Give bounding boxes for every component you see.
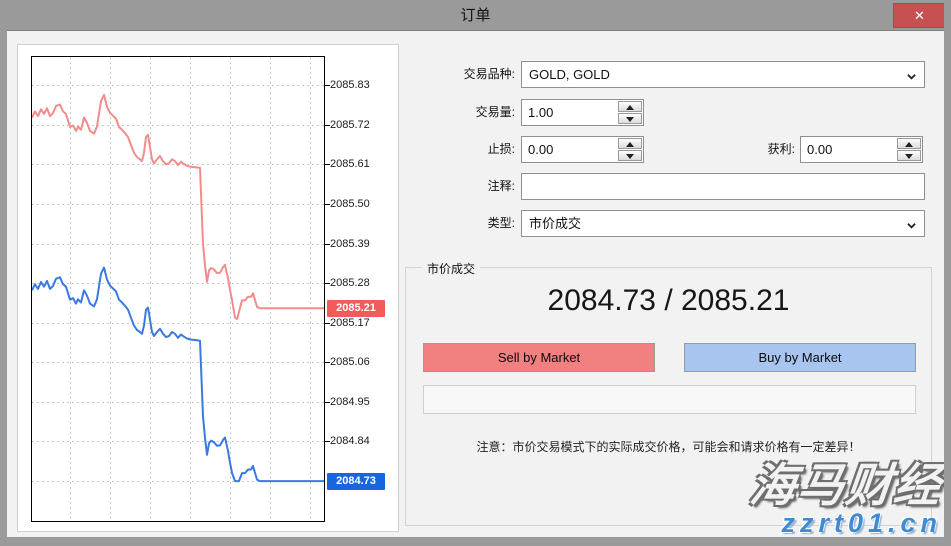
take-profit-spin-down[interactable] (897, 150, 921, 161)
type-label: 类型: (407, 210, 515, 237)
y-tick-label: 2085.17 (330, 316, 390, 330)
spin-up-icon (626, 105, 634, 110)
type-select[interactable]: 市价成交 (521, 210, 925, 237)
buy-button[interactable]: Buy by Market (684, 343, 916, 372)
y-tick-label: 2085.28 (330, 276, 390, 290)
spin-down-icon (905, 154, 913, 159)
stop-loss-stepper (521, 136, 644, 163)
close-icon: ✕ (914, 8, 925, 23)
stop-loss-label: 止损: (407, 136, 515, 163)
stop-loss-input[interactable] (522, 137, 617, 162)
y-tick-label: 2085.72 (330, 118, 390, 132)
take-profit-spin-up[interactable] (897, 138, 921, 149)
take-profit-stepper (800, 136, 923, 163)
spin-up-icon (905, 142, 913, 147)
note-text: 注意：市价交易模式下的实际成交价格，可能会和请求价格有一定差异！ (406, 438, 931, 455)
bid-price-badge: 2084.73 (327, 473, 385, 490)
ask-price-badge: 2085.21 (327, 300, 385, 317)
market-execution-group: 市价成交 2084.73 / 2085.21 Sell by Market Bu… (405, 267, 932, 526)
stop-loss-spin-up[interactable] (618, 138, 642, 149)
page-title: 订单 (0, 0, 951, 31)
volume-spin-up[interactable] (618, 101, 642, 112)
title-bar: 订单 ✕ (0, 0, 951, 31)
spin-up-icon (626, 142, 634, 147)
y-tick-label: 2084.84 (330, 434, 390, 448)
stop-loss-spin-down[interactable] (618, 150, 642, 161)
comment-label: 注释: (407, 173, 515, 200)
y-tick-label: 2085.06 (330, 355, 390, 369)
comment-input[interactable] (522, 174, 924, 199)
spin-down-icon (626, 117, 634, 122)
volume-label: 交易量: (407, 99, 515, 126)
take-profit-label: 获利: (707, 136, 795, 163)
take-profit-input[interactable] (801, 137, 896, 162)
spin-down-icon (626, 154, 634, 159)
quote-text: 2084.73 / 2085.21 (406, 284, 931, 318)
symbol-label: 交易品种: (407, 61, 515, 88)
close-button[interactable]: ✕ (893, 3, 946, 28)
y-tick-label: 2085.39 (330, 237, 390, 251)
chart-panel: 2085.83 2085.72 2085.61 2085.50 2085.39 2085.… (17, 44, 399, 532)
y-tick-label: 2084.95 (330, 395, 390, 409)
comment-field-wrap (521, 173, 925, 200)
sell-button[interactable]: Sell by Market (423, 343, 655, 372)
type-value: 市价成交 (529, 216, 581, 231)
price-chart (31, 56, 332, 523)
volume-stepper (521, 99, 644, 126)
y-tick-label: 2085.83 (330, 78, 390, 92)
symbol-value: GOLD, GOLD (529, 67, 610, 82)
symbol-select[interactable]: GOLD, GOLD (521, 61, 925, 88)
chevron-down-icon (907, 72, 916, 81)
y-tick-label: 2085.61 (330, 157, 390, 171)
group-title: 市价成交 (422, 260, 480, 277)
y-tick-label: 2085.50 (330, 197, 390, 211)
chevron-down-icon (907, 221, 916, 230)
progress-bar (423, 385, 916, 414)
order-dialog: 订单 ✕ 2085.83 2085.72 2085.61 2085.50 2085.39… (0, 0, 951, 546)
volume-spin-down[interactable] (618, 113, 642, 124)
volume-input[interactable] (522, 100, 617, 125)
